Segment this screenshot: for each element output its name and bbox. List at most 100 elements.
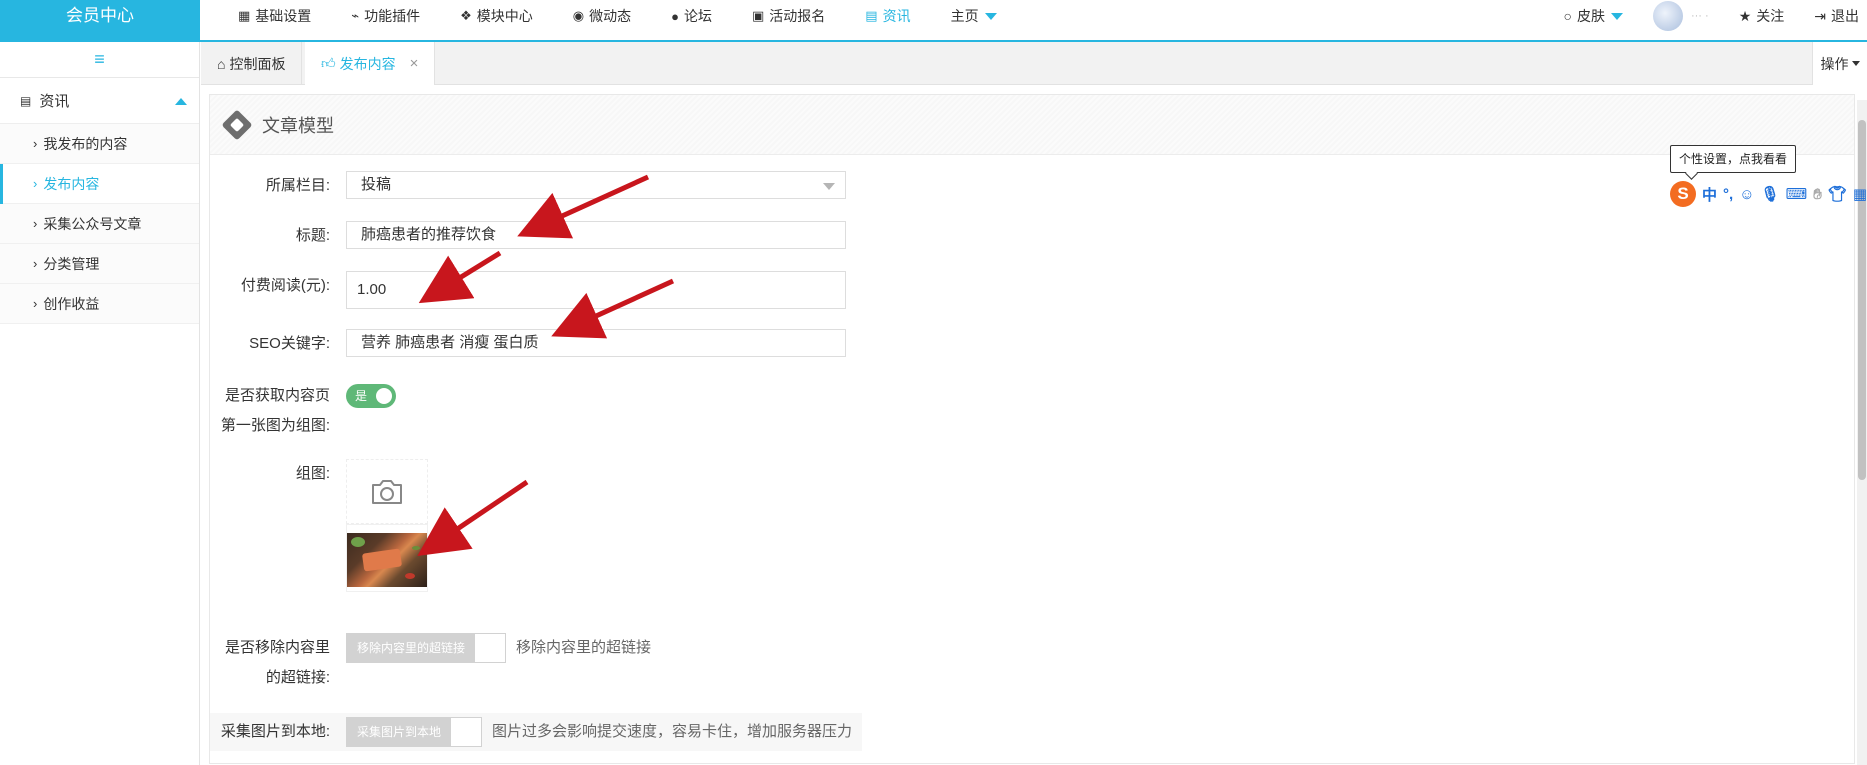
remove-links-label: 是否移除内容里 的超链接: [210,633,346,693]
right-tools: ○ 皮肤 ··· · ★ 关注 ⇥ 退出 [1564,0,1867,32]
operation-label: 操作 [1820,55,1849,72]
title-label: 标题: [295,227,330,244]
emoji-icon[interactable]: ☺ [1739,186,1754,203]
checkbox-text: 采集图片到本地 [347,718,452,746]
brand-title[interactable]: 会员中心 [0,0,200,42]
punctuation-icon[interactable]: °, [1723,186,1733,203]
sidebar-item-label: 我发布的内容 [43,135,128,152]
nav-item-weibo[interactable]: ◉ 微动态 [573,6,631,26]
document-icon: ▤ [865,8,878,23]
sidebar-item-label: 创作收益 [43,295,100,312]
seo-keywords-input[interactable]: 营养 肺癌患者 消瘦 蛋白质 [346,329,846,357]
sidebar-item-label: 分类管理 [43,255,100,272]
nav-label: 活动报名 [769,8,826,24]
nav-item-modules[interactable]: ❖ 模块中心 [460,6,533,26]
comment-icon: ● [671,8,679,24]
first-image-label-line2: 第一张图为组图: [220,417,330,434]
nav-item-plugins[interactable]: ⌁ 功能插件 [351,6,420,26]
first-image-toggle[interactable]: 是 [346,384,396,408]
first-image-label: 是否获取内容页 第一张图为组图: [210,381,346,441]
price-input[interactable]: 1.00 [346,271,846,309]
ime-tooltip[interactable]: 个性设置，点我看看 [1670,145,1797,173]
sogou-logo-icon[interactable]: S [1670,181,1696,207]
avatar [1652,1,1683,31]
sidebar-group-news[interactable]: ▤ 资讯 [0,78,199,124]
caret-up-icon [175,98,187,105]
nav-item-home[interactable]: 主页 [951,6,997,26]
skin-button[interactable]: ○ 皮肤 [1564,6,1623,26]
nav-item-forum[interactable]: ● 论坛 [671,6,712,26]
tab-dashboard[interactable]: ⌂ 控制面板 [201,42,303,85]
sidebar-item-collect-wechat[interactable]: › 采集公众号文章 [0,204,199,244]
sidebar-item-categories[interactable]: › 分类管理 [0,244,199,284]
title-row: 标题: 肺癌患者的推荐饮食 [210,221,846,251]
sidebar-item-publish[interactable]: › 发布内容 [0,164,199,204]
home-icon: ⌂ [217,55,226,72]
tab-publish[interactable]: 👍︎ 发布内容 × [305,42,436,85]
nav-label: 主页 [950,8,979,24]
chevron-right-icon: › [33,176,38,191]
nav-item-basic-settings[interactable]: ▦ 基础设置 [238,6,311,26]
remove-links-label-line1: 是否移除内容里 [224,639,330,656]
chinese-mode-icon[interactable]: 中 [1702,184,1717,205]
remove-links-hint: 移除内容里的超链接 [516,639,652,656]
top-bar: 会员中心 ▦ 基础设置 ⌁ 功能插件 ❖ 模块中心 ◉ 微动态 ● 论坛 ▣ 活… [0,0,1867,42]
main-content: 文章模型 所属栏目: 投稿 标题: 肺癌患者的推荐饮食 付费阅读(元): 1.0… [201,86,1867,765]
tab-label: 发布内容 [339,55,396,72]
sidebar: ≡ ▤ 资讯 › 我发布的内容 › 发布内容 › 采集公众号文章 › 分类管理 … [0,42,200,765]
sidebar-item-earnings[interactable]: › 创作收益 [0,284,199,324]
user-menu[interactable]: ··· · [1652,1,1709,31]
operation-dropdown[interactable]: 操作 [1812,42,1867,85]
chevron-right-icon: › [33,256,38,271]
sidebar-item-my-posts[interactable]: › 我发布的内容 [0,124,199,164]
category-row: 所属栏目: 投稿 [210,171,846,201]
collect-images-hint: 图片过多会影响提交速度，容易卡住，增加服务器压力 [492,723,853,740]
logout-icon: ⇥ [1814,7,1826,24]
remove-links-row: 是否移除内容里 的超链接: 移除内容里的超链接 移除内容里的超链接 [210,633,651,693]
title-input[interactable]: 肺癌患者的推荐饮食 [346,221,846,249]
close-icon[interactable]: × [410,55,419,72]
follow-button[interactable]: ★ 关注 [1739,6,1785,26]
nav-label: 微动态 [589,8,632,24]
gallery-label: 组图: [295,465,330,482]
seo-label: SEO关键字: [249,335,330,352]
calendar-icon: ▣ [751,8,765,23]
ime-toolbar: S 中 °, ☺ 🎙︎ ⌨ ✋︎ 👕︎ ▦ [1670,181,1867,207]
star-icon: ★ [1738,7,1752,24]
nav-label: 资讯 [882,8,911,24]
gallery-thumbnail[interactable] [346,524,428,592]
upload-button[interactable] [346,459,428,524]
scrollbar-thumb[interactable] [1858,120,1866,480]
toggle-text: 是 [355,389,368,403]
microphone-icon[interactable]: 🎙︎ [1761,185,1780,203]
nav-item-news[interactable]: ▤ 资讯 [865,6,910,26]
chevron-down-icon [823,183,835,190]
tab-bar: ⌂ 控制面板 👍︎ 发布内容 × 操作 [201,42,1867,85]
remove-links-checkbox[interactable]: 移除内容里的超链接 [346,633,507,663]
top-nav: ▦ 基础设置 ⌁ 功能插件 ❖ 模块中心 ◉ 微动态 ● 论坛 ▣ 活动报名 ▤… [200,0,997,32]
menu-toggle-icon[interactable]: ≡ [0,42,199,78]
shirt-icon[interactable]: 👕︎ [1828,185,1847,203]
category-select[interactable]: 投稿 [346,171,846,199]
checkbox-box [475,634,506,662]
caret-down-icon [1610,12,1623,20]
nav-item-events[interactable]: ▣ 活动报名 [752,6,825,26]
chevron-right-icon: › [33,136,38,151]
logout-button[interactable]: ⇥ 退出 [1814,6,1859,26]
weibo-icon: ◉ [572,8,585,23]
cubes-icon: ❖ [460,8,472,23]
nav-label: 模块中心 [476,8,533,24]
chevron-right-icon: › [33,216,38,231]
keyboard-icon[interactable]: ⌨ [1786,185,1808,203]
gallery-row: 组图: [210,459,428,592]
gallery-container [346,459,428,592]
follow-label: 关注 [1756,8,1785,24]
nav-label: 论坛 [683,8,712,24]
plug-icon: ⌁ [351,8,360,23]
grid-icon[interactable]: ▦ [1853,185,1867,203]
circle-icon: ○ [1563,8,1572,24]
username-blurred: ··· · [1690,10,1709,22]
hand-icon[interactable]: ✋︎ [1813,186,1822,203]
checkbox-box [451,718,482,746]
collect-images-checkbox[interactable]: 采集图片到本地 [346,717,483,747]
